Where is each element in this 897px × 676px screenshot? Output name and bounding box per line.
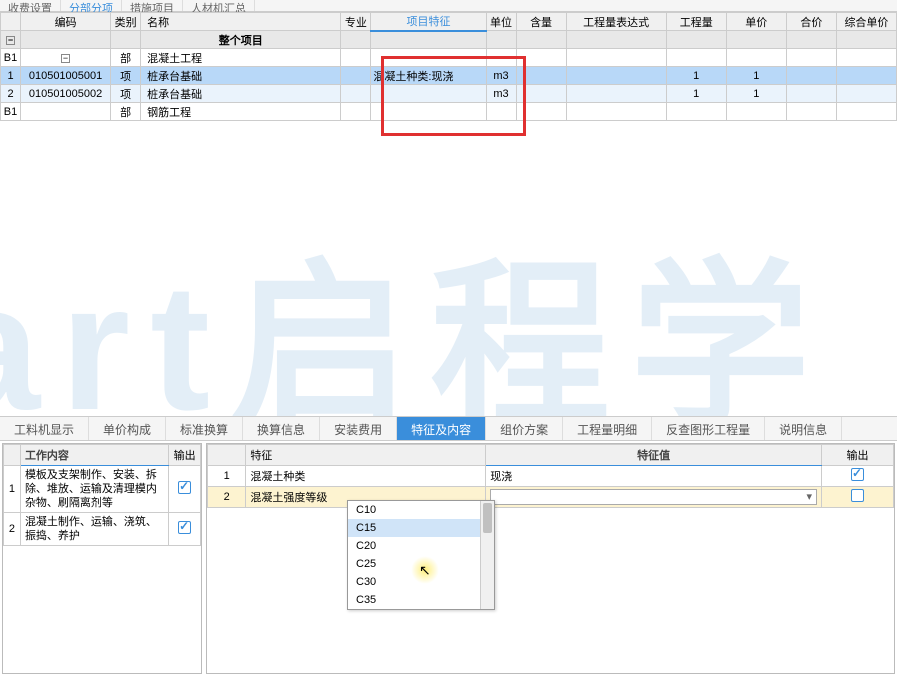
top-tab-2[interactable]: 措施项目	[122, 0, 183, 11]
header-unitprice[interactable]: 单价	[726, 13, 786, 31]
collapse-all-icon[interactable]: −	[6, 36, 15, 45]
work-checkbox[interactable]	[178, 521, 191, 534]
work-content-panel: 工作内容 输出 1 模板及支架制作、安装、拆除、堆放、运输及清理模内杂物、刷隔离…	[2, 443, 202, 674]
header-comp[interactable]: 综合单价	[836, 13, 896, 31]
top-tab-bar: 收费设置 分部分项 措施项目 人材机汇总	[0, 0, 897, 12]
header-total[interactable]: 合价	[786, 13, 836, 31]
header-qty[interactable]: 工程量	[666, 13, 726, 31]
header-type[interactable]: 类别	[111, 13, 141, 31]
dropdown-option[interactable]: C35	[348, 591, 494, 609]
featval-header: 特征值	[486, 445, 822, 466]
dropdown-option[interactable]: C15	[348, 519, 494, 537]
bottom-panel: 工料机显示 单价构成 标准换算 换算信息 安装费用 特征及内容 组价方案 工程量…	[0, 416, 897, 676]
work-row[interactable]: 2 混凝土制作、运输、浇筑、振捣、养护	[4, 513, 201, 546]
work-row[interactable]: 1 模板及支架制作、安装、拆除、堆放、运输及清理模内杂物、刷隔离剂等	[4, 466, 201, 513]
top-tab-3[interactable]: 人材机汇总	[183, 0, 255, 11]
bottom-tab-9[interactable]: 说明信息	[765, 417, 842, 440]
dropdown-option[interactable]: C25	[348, 555, 494, 573]
feature-checkbox[interactable]	[851, 489, 864, 502]
top-tab-1[interactable]: 分部分项	[61, 0, 122, 11]
collapse-icon[interactable]: −	[61, 54, 70, 63]
featout-header: 输出	[822, 445, 894, 466]
feature-cell-editing[interactable]: 混凝土种类:现浇	[371, 67, 486, 85]
dropdown-option[interactable]: C30	[348, 573, 494, 591]
header-expr[interactable]: 工程量表达式	[566, 13, 666, 31]
strength-grade-dropdown[interactable]	[490, 489, 817, 505]
top-tab-0[interactable]: 收费设置	[0, 0, 61, 11]
main-grid: 编码 类别 名称 专业 项目特征 单位 含量 工程量表达式 工程量 单价 合价 …	[0, 12, 897, 121]
bottom-tab-7[interactable]: 工程量明细	[563, 417, 652, 440]
section-header-row[interactable]: − 整个项目	[1, 31, 897, 49]
feat-header: 特征	[246, 445, 486, 466]
table-row[interactable]: B1 部 钢筋工程	[1, 103, 897, 121]
dropdown-list: C10 C15 C20 C25 C30 C35	[347, 500, 495, 610]
work-out-header: 输出	[169, 445, 201, 466]
work-checkbox[interactable]	[178, 481, 191, 494]
header-name[interactable]: 名称	[141, 13, 341, 31]
bottom-tab-4[interactable]: 安装费用	[320, 417, 397, 440]
dropdown-scrollbar[interactable]	[480, 501, 494, 609]
header-feature[interactable]: 项目特征	[371, 13, 486, 31]
work-header: 工作内容	[20, 445, 168, 466]
header-content[interactable]: 含量	[516, 13, 566, 31]
bottom-tab-3[interactable]: 换算信息	[243, 417, 320, 440]
feature-panel: 特征 特征值 输出 1 混凝土种类 现浇 2 混凝土强度等级	[206, 443, 895, 674]
section-title: 整个项目	[141, 31, 341, 49]
header-spec[interactable]: 专业	[341, 13, 371, 31]
bottom-tab-0[interactable]: 工料机显示	[0, 417, 89, 440]
header-unit[interactable]: 单位	[486, 13, 516, 31]
bottom-tab-5[interactable]: 特征及内容	[397, 417, 486, 440]
feature-checkbox[interactable]	[851, 468, 864, 481]
dropdown-option[interactable]: C20	[348, 537, 494, 555]
table-row[interactable]: B1 − 部 混凝土工程	[1, 49, 897, 67]
main-header-row: 编码 类别 名称 专业 项目特征 单位 含量 工程量表达式 工程量 单价 合价 …	[1, 13, 897, 31]
table-row[interactable]: 2 010501005002 项 桩承台基础 m3 1 1	[1, 85, 897, 103]
bottom-tab-8[interactable]: 反查图形工程量	[652, 417, 765, 440]
bottom-tab-2[interactable]: 标准换算	[166, 417, 243, 440]
bottom-tab-1[interactable]: 单价构成	[89, 417, 166, 440]
dropdown-option[interactable]: C10	[348, 501, 494, 519]
bottom-tab-6[interactable]: 组价方案	[486, 417, 563, 440]
table-row[interactable]: 1 010501005001 项 桩承台基础 混凝土种类:现浇 m3 1 1	[1, 67, 897, 85]
bottom-tab-bar: 工料机显示 单价构成 标准换算 换算信息 安装费用 特征及内容 组价方案 工程量…	[0, 417, 897, 441]
feature-row[interactable]: 1 混凝土种类 现浇	[208, 466, 894, 487]
header-code[interactable]: 编码	[21, 13, 111, 31]
feature-row[interactable]: 2 混凝土强度等级	[208, 487, 894, 508]
